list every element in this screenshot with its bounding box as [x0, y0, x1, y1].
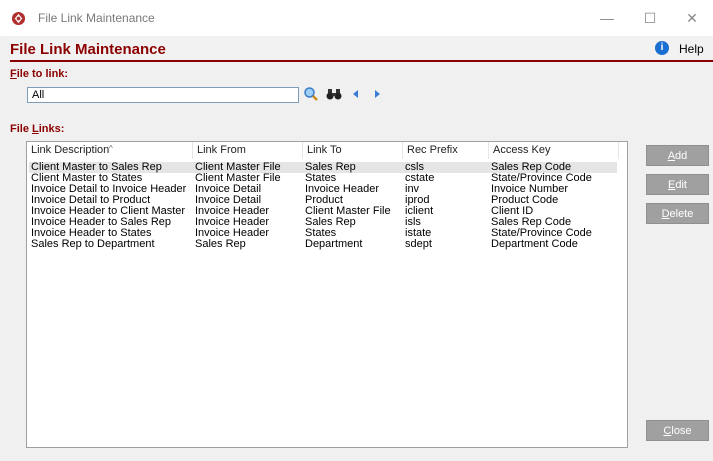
column-header-access-key[interactable]: Access Key: [489, 142, 619, 159]
file-links-table[interactable]: Link Description ^ Link From Link To Rec…: [26, 141, 628, 448]
app-logo-icon: [11, 11, 26, 26]
help-label: Help: [679, 42, 704, 56]
cell-link-to: Department: [305, 238, 363, 250]
column-header-link-description[interactable]: Link Description ^: [27, 142, 193, 159]
delete-button[interactable]: Delete: [646, 203, 709, 224]
window-title: File Link Maintenance: [38, 11, 155, 25]
edit-button[interactable]: Edit: [646, 174, 709, 195]
next-arrow-icon[interactable]: [371, 86, 383, 102]
cell-access-key: Department Code: [491, 238, 578, 250]
sort-ascending-icon: ^: [109, 144, 113, 153]
search-magnifier-icon[interactable]: [303, 86, 319, 102]
cell-link-description: Sales Rep to Department: [31, 238, 155, 250]
column-header-link-from[interactable]: Link From: [193, 142, 303, 159]
add-button[interactable]: Add: [646, 145, 709, 166]
column-header-link-to[interactable]: Link To: [303, 142, 403, 159]
file-to-link-input[interactable]: All: [27, 87, 299, 103]
close-button[interactable]: Close: [646, 420, 709, 441]
page-title: File Link Maintenance: [10, 41, 166, 58]
file-to-link-label: File to link:: [10, 68, 69, 80]
close-window-button[interactable]: ✕: [671, 0, 713, 36]
file-links-label: File Links:: [10, 123, 65, 135]
minimize-button[interactable]: —: [586, 0, 628, 36]
cell-rec-prefix: sdept: [405, 238, 432, 250]
page-header: File Link Maintenance i Help: [10, 38, 713, 60]
info-icon: i: [655, 41, 669, 55]
previous-arrow-icon[interactable]: [350, 86, 362, 102]
window-titlebar: File Link Maintenance — ☐ ✕: [0, 0, 713, 36]
binoculars-icon[interactable]: [326, 86, 342, 102]
header-divider: [10, 60, 713, 62]
table-row[interactable]: Sales Rep to Department Sales Rep Departme…: [29, 239, 617, 250]
cell-link-from: Sales Rep: [195, 238, 246, 250]
maximize-button[interactable]: ☐: [629, 0, 671, 36]
column-header-filler: [619, 142, 627, 159]
column-header-rec-prefix[interactable]: Rec Prefix: [403, 142, 489, 159]
